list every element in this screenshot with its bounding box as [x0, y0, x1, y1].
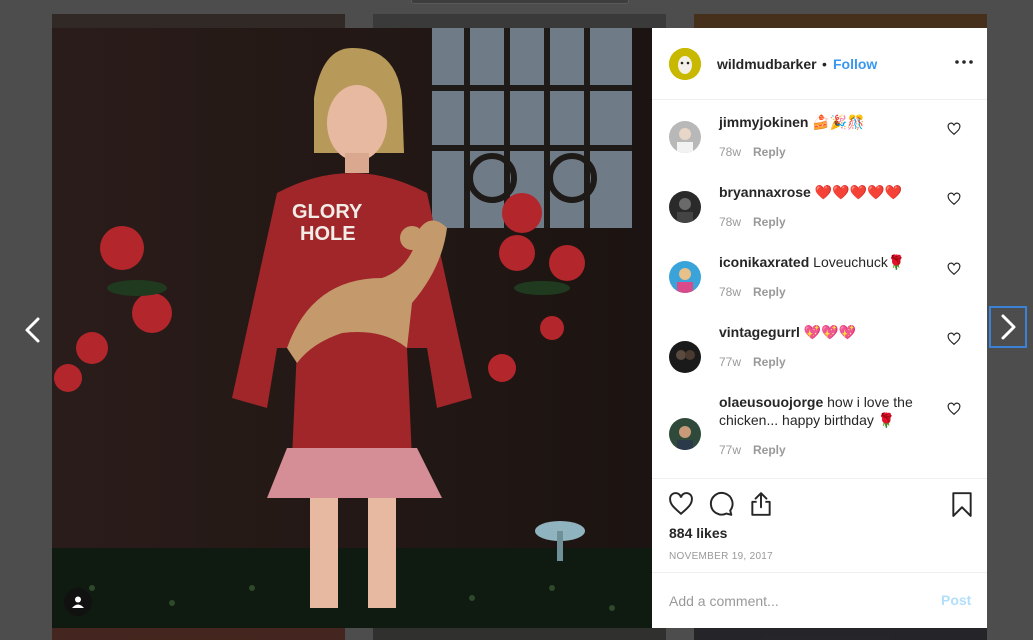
post-comment-button[interactable]: Post	[941, 592, 971, 608]
reply-button[interactable]: Reply	[753, 215, 786, 229]
comment-username[interactable]: jimmyjokinen	[719, 114, 808, 130]
comment-text: olaeusouojorge how i love the chicken...…	[719, 393, 949, 429]
comment-text: iconikaxrated Loveuchuck🌹	[719, 253, 949, 271]
header-separator: •	[822, 56, 827, 72]
follow-button[interactable]: Follow	[833, 56, 877, 72]
comment-input[interactable]	[669, 592, 919, 610]
reply-button[interactable]: Reply	[753, 443, 786, 457]
comment-username[interactable]: iconikaxrated	[719, 254, 809, 270]
comment-age: 77w	[719, 355, 742, 369]
comment-meta: 77w Reply	[719, 443, 786, 457]
bookmark-icon[interactable]	[949, 491, 975, 517]
comment-text: jimmyjokinen 🍰🎉🎊	[719, 113, 949, 131]
comment-body: 🍰🎉🎊	[812, 114, 865, 130]
hoodie-text-line1: GLORY	[292, 201, 363, 223]
comment-text: bryannaxrose ❤️❤️❤️❤️❤️	[719, 183, 949, 201]
comment-item: iconikaxrated Loveuchuck🌹 78w Reply	[652, 240, 987, 310]
chevron-right-icon	[1001, 314, 1016, 340]
post-date[interactable]: NOVEMBER 19, 2017	[669, 551, 773, 562]
avatar[interactable]	[669, 341, 701, 373]
user-icon	[72, 596, 84, 608]
previous-post-button[interactable]	[15, 310, 51, 350]
comment-text: vintagegurrl 💖💖💖	[719, 323, 949, 341]
comment-item: bryannaxrose ❤️❤️❤️❤️❤️ 78w Reply	[652, 170, 987, 240]
comment-username[interactable]: bryannaxrose	[719, 184, 811, 200]
more-horizontal-icon[interactable]	[952, 50, 976, 74]
heart-icon[interactable]	[947, 402, 961, 416]
reply-button[interactable]: Reply	[753, 145, 786, 159]
heart-icon[interactable]	[947, 122, 961, 136]
share-icon[interactable]	[748, 491, 774, 517]
comments-list[interactable]: jimmyjokinen 🍰🎉🎊 78w Reply bryannaxrose ❤…	[652, 100, 987, 478]
avatar[interactable]	[669, 418, 701, 450]
post-sidebar: wildmudbarker • Follow jimmyjokinen 🍰🎉🎊 …	[652, 28, 987, 628]
comment-age: 78w	[719, 285, 742, 299]
heart-icon[interactable]	[947, 262, 961, 276]
avatar[interactable]	[669, 261, 701, 293]
comment-meta: 78w Reply	[719, 285, 786, 299]
post-username[interactable]: wildmudbarker	[717, 56, 817, 72]
comment-body: ❤️❤️❤️❤️❤️	[814, 184, 902, 200]
post-header: wildmudbarker • Follow	[652, 28, 987, 100]
comment-item: jimmyjokinen 🍰🎉🎊 78w Reply	[652, 100, 987, 170]
post-image: GLORY HOLE	[52, 28, 652, 628]
post-modal: GLORY HOLE wildmudbarker • Follow jimmyj…	[52, 28, 987, 628]
comment-item: vintagegurrl 💖💖💖 77w Reply	[652, 310, 987, 380]
comment-meta: 77w Reply	[719, 355, 786, 369]
comment-username[interactable]: vintagegurrl	[719, 324, 800, 340]
comment-age: 78w	[719, 145, 742, 159]
next-post-button[interactable]	[989, 306, 1027, 348]
comment-meta: 78w Reply	[719, 145, 786, 159]
reply-button[interactable]: Reply	[753, 285, 786, 299]
post-photo[interactable]: GLORY HOLE	[52, 28, 652, 628]
like-count[interactable]: 884 likes	[669, 525, 727, 541]
comment-age: 77w	[719, 443, 742, 457]
hoodie-text-line2: HOLE	[300, 223, 356, 245]
avatar[interactable]	[669, 121, 701, 153]
user-tag-button[interactable]	[64, 588, 92, 616]
comment-item: olaeusouojorge how i love the chicken...…	[652, 380, 987, 478]
comment-composer: Post	[652, 572, 987, 629]
comment-age: 78w	[719, 215, 742, 229]
heart-icon[interactable]	[668, 491, 694, 517]
comment-username[interactable]: olaeusouojorge	[719, 394, 823, 410]
comment-meta: 78w Reply	[719, 215, 786, 229]
comment-body: Loveuchuck🌹	[813, 254, 906, 270]
heart-icon[interactable]	[947, 192, 961, 206]
avatar[interactable]	[669, 191, 701, 223]
chevron-left-icon	[25, 317, 40, 343]
reply-button[interactable]: Reply	[753, 355, 786, 369]
comment-icon[interactable]	[708, 491, 734, 517]
heart-icon[interactable]	[947, 332, 961, 346]
comment-body: 💖💖💖	[803, 324, 857, 340]
avatar[interactable]	[669, 48, 701, 80]
